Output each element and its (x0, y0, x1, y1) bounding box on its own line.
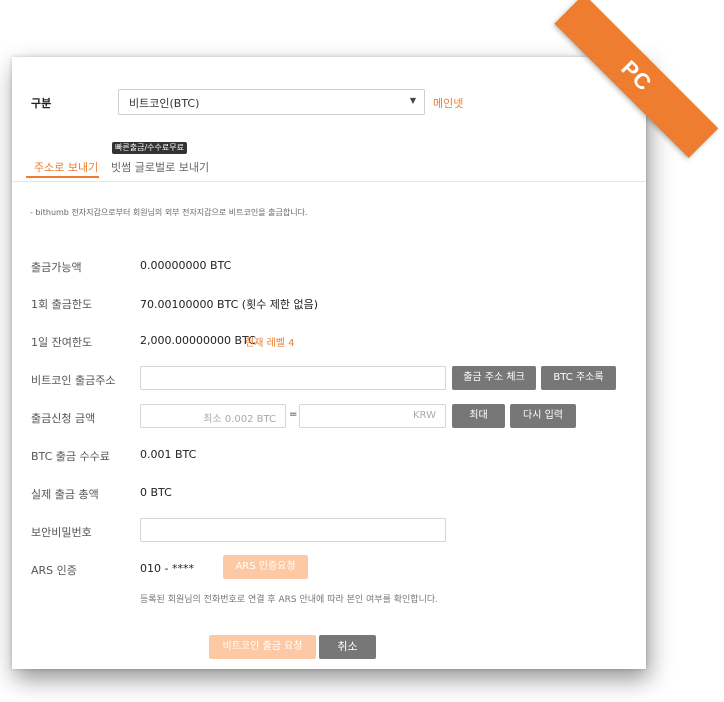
daily-remaining-label: 1일 잔여한도 (31, 336, 93, 349)
tab-send-to-global[interactable]: 빗썸 글로벌로 보내기 (111, 159, 209, 175)
krw-amount-input[interactable]: KRW (299, 404, 446, 428)
krw-amount-placeholder: KRW (413, 410, 436, 421)
ars-note: 등록된 회원님의 전화번호로 연결 후 ARS 안내에 따라 본인 여부를 확인… (140, 595, 438, 605)
amount-label: 출금신청 금액 (31, 412, 96, 425)
equals-sign: = (289, 409, 298, 420)
ars-request-button[interactable]: ARS 인증요청 (223, 555, 308, 579)
password-label: 보안비밀번호 (31, 526, 92, 539)
network-label: 메인넷 (433, 97, 464, 110)
cancel-button[interactable]: 취소 (319, 635, 376, 659)
total-value: 0 BTC (140, 486, 172, 499)
password-input[interactable] (140, 518, 446, 542)
address-book-button[interactable]: BTC 주소록 (541, 366, 616, 390)
btc-amount-input[interactable]: 최소 0.002 BTC (140, 404, 286, 428)
address-input[interactable] (140, 366, 446, 390)
coin-select[interactable]: 비트코인(BTC) ▼ (118, 89, 425, 115)
per-limit-value: 70.00100000 BTC (횟수 제한 없음) (140, 298, 319, 311)
btc-amount-placeholder: 최소 0.002 BTC (203, 414, 276, 425)
available-value: 0.00000000 BTC (140, 259, 232, 272)
fee-value: 0.001 BTC (140, 448, 197, 461)
available-label: 출금가능액 (31, 261, 82, 274)
tab-send-to-address[interactable]: 주소로 보내기 (34, 159, 98, 175)
coin-select-value: 비트코인(BTC) (129, 97, 200, 110)
fee-label: BTC 출금 수수료 (31, 450, 110, 463)
user-level: 현재 레벨 4 (245, 338, 295, 349)
ars-label: ARS 인증 (31, 564, 77, 577)
withdraw-notice: - bithumb 전자지갑으로부터 회원님의 외부 전자지갑으로 비트코인을 … (30, 208, 308, 217)
reset-button[interactable]: 다시 입력 (510, 404, 576, 428)
per-limit-label: 1회 출금한도 (31, 298, 93, 311)
check-address-button[interactable]: 출금 주소 체크 (452, 366, 536, 390)
address-label: 비트코인 출금주소 (31, 374, 116, 387)
daily-remaining-value: 2,000.00000000 BTC (140, 334, 256, 347)
active-tab-indicator (26, 176, 99, 178)
max-button[interactable]: 최대 (452, 404, 505, 428)
category-label: 구분 (31, 97, 52, 110)
withdraw-panel: 구분 비트코인(BTC) ▼ 메인넷 빠른출금/수수료무료 주소로 보내기 빗썸… (12, 57, 646, 669)
fast-withdraw-badge: 빠른출금/수수료무료 (112, 142, 187, 154)
tab-divider (12, 181, 646, 182)
total-label: 실제 출금 총액 (31, 488, 99, 501)
submit-withdraw-button[interactable]: 비트코인 출금 요청 (209, 635, 316, 659)
chevron-down-icon: ▼ (409, 96, 416, 105)
ars-phone: 010 - **** (140, 562, 194, 575)
